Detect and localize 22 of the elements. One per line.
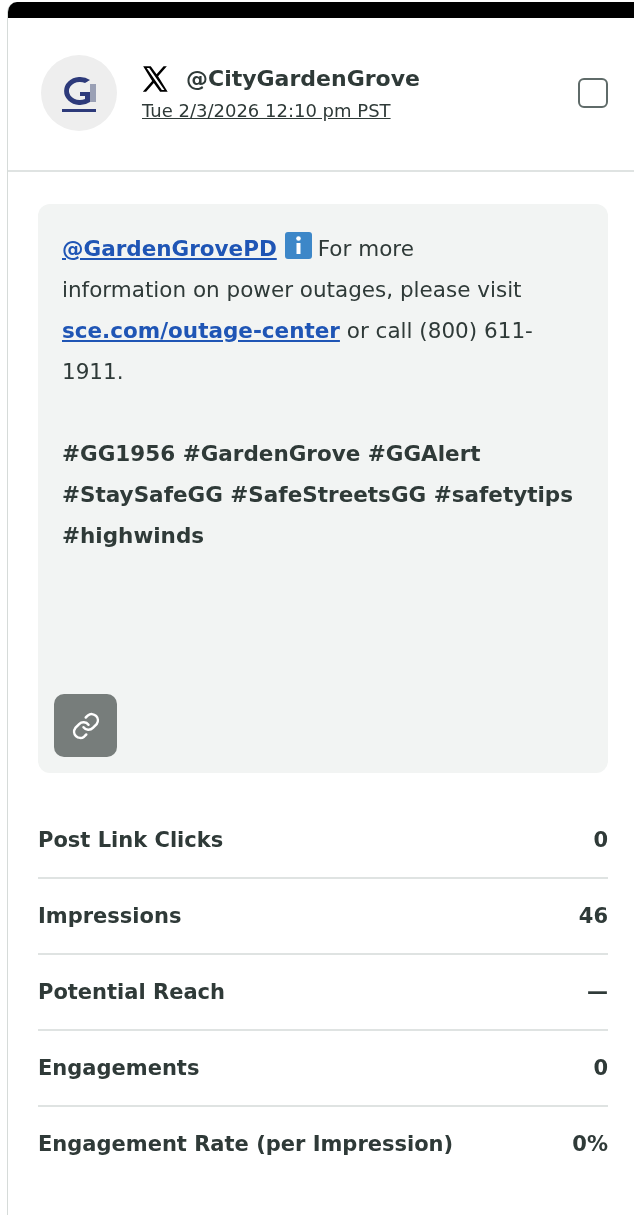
x-logo-icon [142,65,170,92]
metric-value: 0 [593,828,608,852]
metric-label: Engagement Rate (per Impression) [38,1132,454,1156]
link-button[interactable] [54,694,117,757]
metric-label: Engagements [38,1056,200,1080]
info-icon [284,232,312,259]
metric-value: 0 [593,1056,608,1080]
post-hashtags: #GG1956 #GardenGrove #GGAlert #StaySafeGG #SafeStreetsGG #safetytips #highwinds [62,440,575,550]
metric-value: 46 [578,904,608,928]
account-handle: @CityGardenGrove [186,66,420,91]
avatar-logo-icon [40,54,118,132]
metric-value: 0% [572,1132,608,1156]
mention-link[interactable]: @GardenGrovePD [62,236,277,261]
post-text: @GardenGrovePD For more information on power outages, please visit sce.com/outage-center or call (800) 611-1911. [62,228,592,392]
post-timestamp-link[interactable]: Tue 2/3/2026 12:10 pm PST [142,99,554,121]
metric-label: Potential Reach [38,980,225,1004]
metric-label: Impressions [38,904,182,928]
metric-label: Post Link Clicks [38,828,224,852]
select-checkbox[interactable] [578,78,608,108]
outage-center-link[interactable]: sce.com/outage-center [62,318,340,343]
link-icon [70,710,101,741]
metric-value: — [587,980,608,1004]
